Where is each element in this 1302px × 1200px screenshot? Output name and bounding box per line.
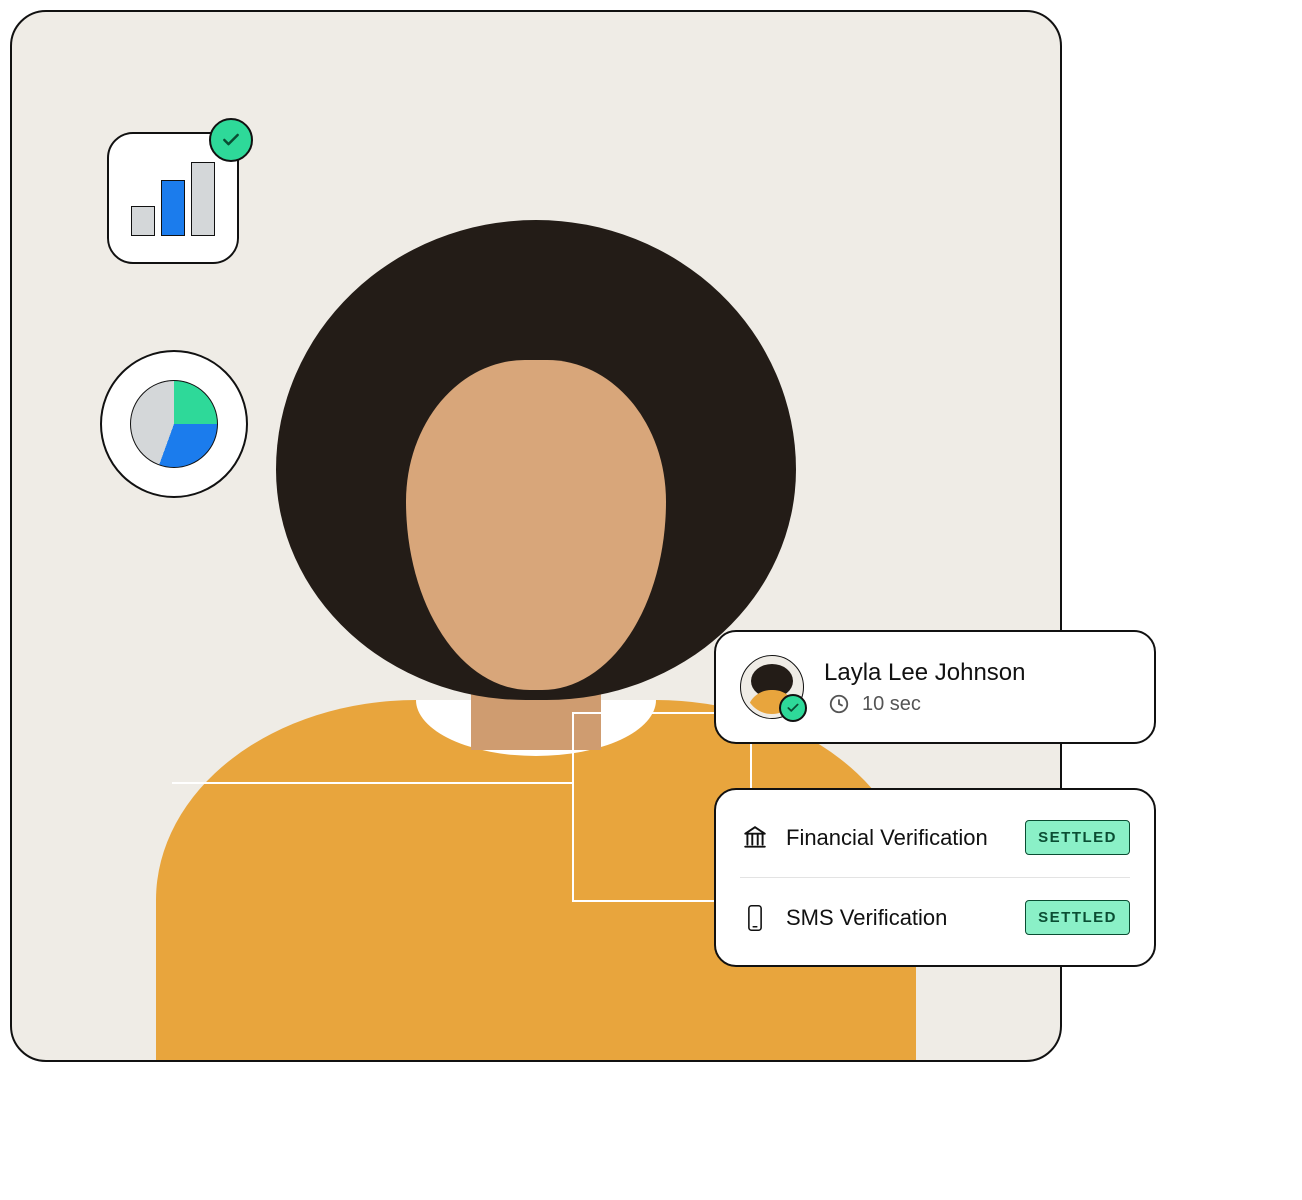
status-badge: SETTLED	[1025, 820, 1130, 855]
user-time: 10 sec	[824, 693, 1026, 716]
status-badge: SETTLED	[1025, 900, 1130, 935]
checkmark-badge-icon	[209, 118, 253, 162]
connector-line	[172, 782, 572, 784]
bar-chart-card	[107, 132, 239, 264]
avatar	[740, 655, 804, 719]
verification-label: SMS Verification	[786, 905, 947, 931]
pie-chart-icon	[130, 380, 218, 468]
verification-row-financial: Financial Verification SETTLED	[740, 798, 1130, 877]
pie-chart-card	[100, 350, 248, 498]
bank-icon	[740, 825, 770, 851]
user-name: Layla Lee Johnson	[824, 659, 1026, 687]
user-time-value: 10 sec	[862, 693, 921, 716]
verification-row-sms: SMS Verification SETTLED	[740, 877, 1130, 957]
verified-check-icon	[779, 694, 807, 722]
bar-chart-icon	[131, 162, 215, 236]
verification-label: Financial Verification	[786, 825, 988, 851]
verification-card: Financial Verification SETTLED SMS Verif…	[714, 788, 1156, 967]
clock-icon	[824, 693, 854, 715]
phone-icon	[740, 904, 770, 932]
user-summary-card: Layla Lee Johnson 10 sec	[714, 630, 1156, 744]
